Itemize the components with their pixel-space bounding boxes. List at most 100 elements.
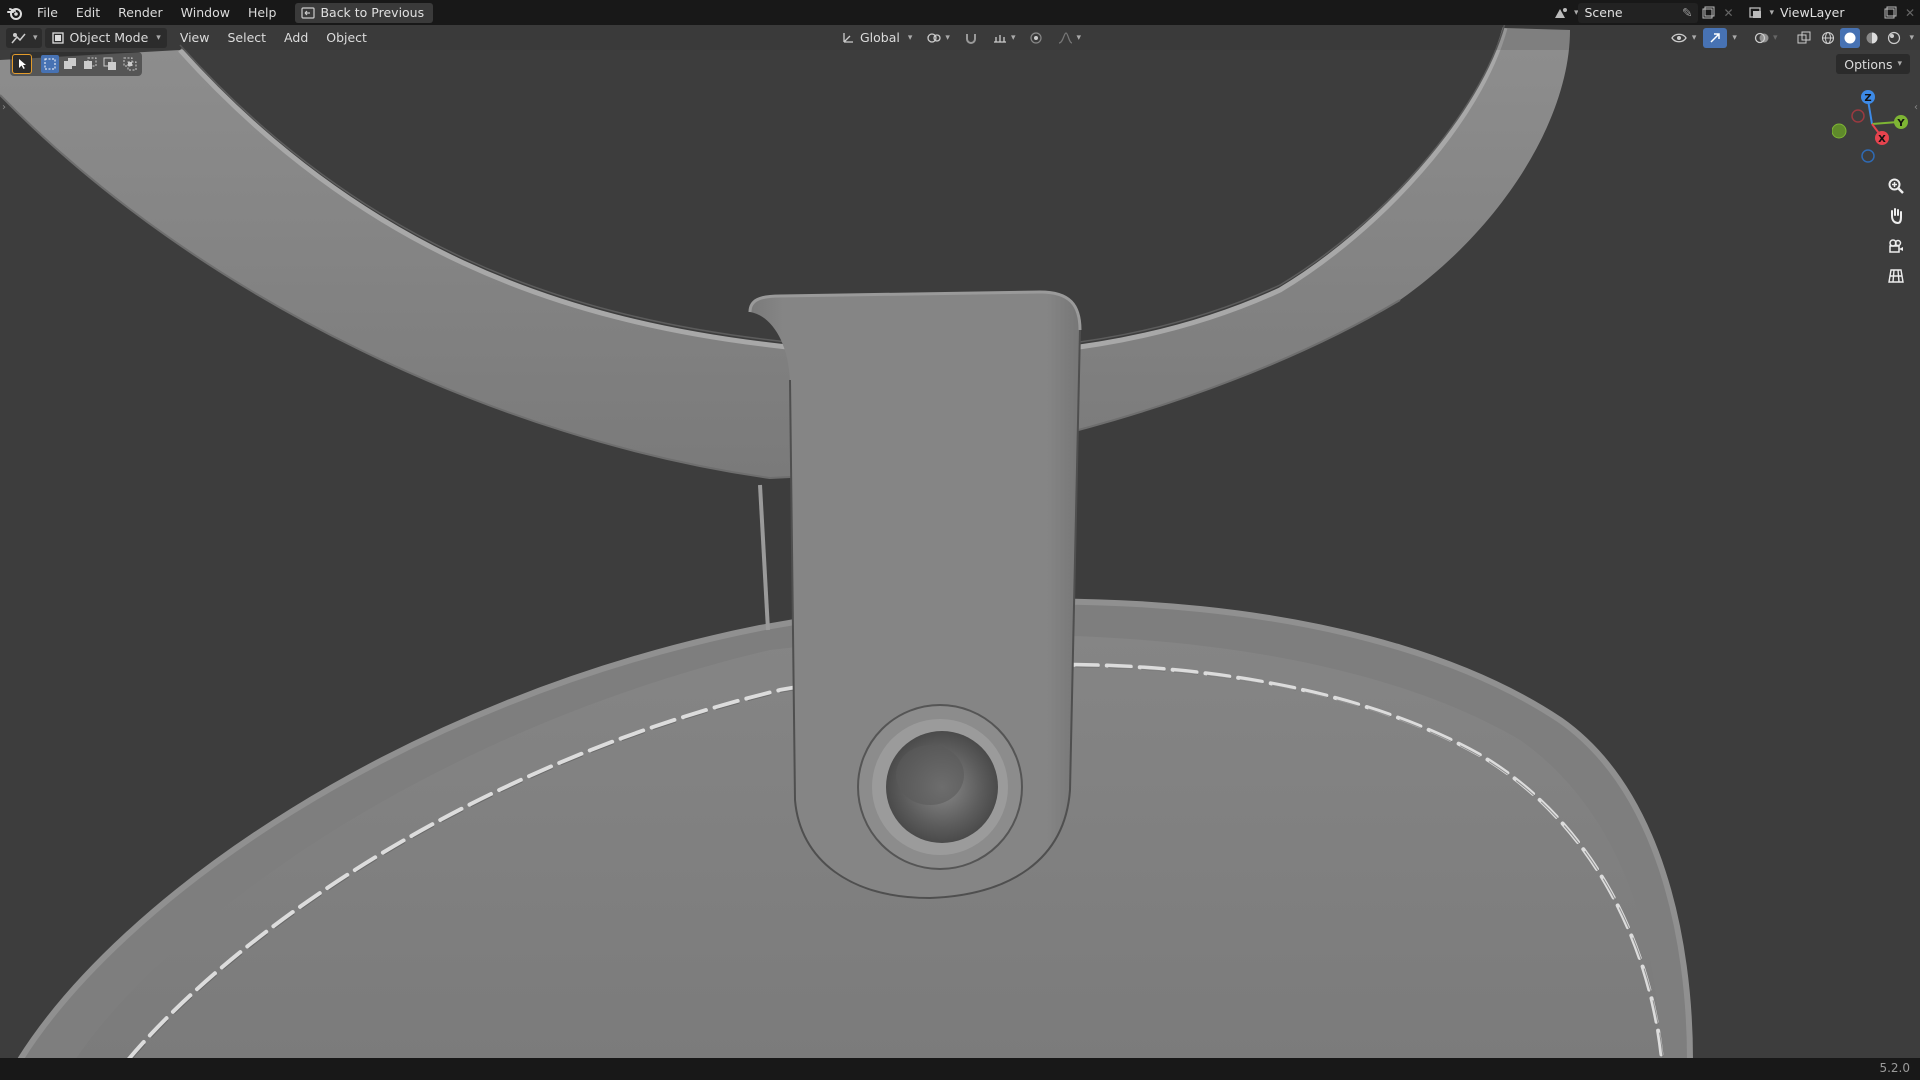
- options-dropdown[interactable]: Options ▾: [1836, 54, 1910, 74]
- camera-view-button[interactable]: [1884, 234, 1908, 258]
- editor-type-icon: [11, 32, 26, 43]
- orientation-axis-icon: [843, 32, 853, 43]
- shading-material[interactable]: [1862, 28, 1882, 48]
- overlays-icon: [1754, 32, 1769, 43]
- sidebar-expand-icon[interactable]: ‹: [1914, 102, 1918, 113]
- shading-chevron-icon[interactable]: ▾: [1909, 33, 1914, 43]
- gizmo-chevron-icon[interactable]: ▾: [1732, 33, 1737, 43]
- select-invert-icon[interactable]: [101, 55, 119, 73]
- transform-tools: Global ▾ ▾ ▾ ▾: [836, 25, 1086, 50]
- gizmo-y-label: Y: [1896, 118, 1905, 129]
- hand-pan-icon: [1891, 208, 1902, 225]
- toolbar-expand-icon[interactable]: ›: [2, 102, 6, 113]
- new-view-layer-icon[interactable]: [1880, 3, 1900, 23]
- status-bar: 5.2.0: [0, 1058, 1920, 1080]
- snap-magnet-icon: [965, 33, 976, 44]
- gizmo-x-label: X: [1878, 134, 1886, 145]
- scene-name-field[interactable]: Scene ✎: [1578, 2, 1699, 23]
- view-layer-name: ViewLayer: [1780, 5, 1845, 20]
- object-menu[interactable]: Object: [321, 28, 372, 48]
- mode-dropdown[interactable]: Object Mode ▾: [44, 27, 167, 48]
- select-tool-icon[interactable]: [12, 54, 32, 74]
- view-menu[interactable]: View: [175, 28, 215, 48]
- wireframe-shading-icon: [1822, 31, 1835, 44]
- rendered-shading-icon: [1888, 31, 1901, 44]
- overlays-toggle[interactable]: ▾: [1749, 28, 1783, 48]
- version-label: 5.2.0: [1879, 1061, 1910, 1075]
- proportional-falloff-dropdown[interactable]: ▾: [1052, 28, 1086, 48]
- gizmo-toggle[interactable]: [1703, 27, 1728, 48]
- view-layer-field[interactable]: ViewLayer: [1774, 2, 1880, 23]
- menu-window[interactable]: Window: [172, 0, 239, 25]
- select-subtract-icon[interactable]: [81, 55, 99, 73]
- pivot-point-icon: [927, 32, 942, 43]
- back-to-previous-label: Back to Previous: [320, 5, 425, 20]
- camera-icon: [1889, 239, 1903, 253]
- view-layer-browse-icon[interactable]: [1746, 3, 1766, 23]
- xray-toggle[interactable]: [1792, 28, 1816, 48]
- new-scene-icon[interactable]: [1698, 3, 1718, 23]
- navigation-gizmo[interactable]: Z Y X: [1832, 86, 1912, 166]
- pin-icon[interactable]: ✎: [1682, 5, 1692, 20]
- proportional-editing-toggle[interactable]: [1024, 28, 1048, 48]
- material-shading-icon: [1866, 32, 1878, 43]
- viewport-display-tools: ▾ ▾ ▾ ▾: [1666, 25, 1914, 50]
- snap-increment-icon: [993, 34, 1006, 43]
- visibility-eye-icon: [1671, 33, 1687, 42]
- shading-wireframe[interactable]: [1818, 28, 1838, 48]
- zoom-button[interactable]: [1884, 174, 1908, 198]
- select-new-icon[interactable]: [41, 55, 59, 73]
- editor-type-dropdown[interactable]: ▾: [6, 27, 42, 48]
- shading-solid[interactable]: [1840, 27, 1861, 48]
- pivot-chevron-icon: ▾: [945, 32, 950, 43]
- solid-shading-icon: [1844, 32, 1856, 43]
- blender-logo-icon[interactable]: [2, 0, 28, 25]
- options-label: Options: [1844, 56, 1893, 72]
- options-chevron-icon: ▾: [1897, 59, 1902, 69]
- viewport-3d-scene[interactable]: [0, 0, 1920, 1080]
- object-mode-icon: [51, 31, 64, 44]
- gizmo-neg-y[interactable]: [1832, 123, 1847, 139]
- ortho-toggle-button[interactable]: [1884, 264, 1908, 288]
- falloff-curve-icon: [1059, 31, 1073, 44]
- delete-scene-icon[interactable]: ✕: [1718, 3, 1738, 23]
- back-to-previous-button[interactable]: Back to Previous: [295, 2, 434, 23]
- gizmo-neg-x[interactable]: [1851, 109, 1865, 123]
- pan-button[interactable]: [1884, 204, 1908, 228]
- snap-toggle[interactable]: [959, 28, 983, 48]
- grid-ortho-icon: [1888, 269, 1904, 283]
- gizmo-neg-z[interactable]: [1861, 149, 1875, 163]
- shading-rendered[interactable]: [1884, 28, 1904, 48]
- mode-label: Object Mode: [69, 30, 149, 45]
- menu-file[interactable]: File: [28, 0, 67, 25]
- gizmo-icon: [1710, 32, 1721, 43]
- scene-name: Scene: [1584, 5, 1623, 20]
- visibility-chevron-icon: ▾: [1691, 32, 1697, 43]
- tool-row: [10, 52, 142, 76]
- proportional-editing-icon: [1030, 31, 1043, 44]
- editor-type-chevron-icon: ▾: [33, 32, 38, 43]
- transform-orientation-dropdown[interactable]: Global ▾: [836, 28, 917, 48]
- select-menu[interactable]: Select: [222, 28, 271, 48]
- overlays-chevron-icon: ▾: [1772, 32, 1778, 43]
- object-visibility-dropdown[interactable]: ▾: [1666, 28, 1702, 48]
- scene-browse-icon[interactable]: [1551, 3, 1571, 23]
- top-right-controls: ▾ Scene ✎ ✕ ▾ ViewLayer ✕: [1551, 0, 1920, 25]
- mode-chevron-icon: ▾: [156, 32, 161, 43]
- transform-orientation-label: Global: [860, 30, 900, 45]
- xray-icon: [1797, 31, 1811, 43]
- menu-render[interactable]: Render: [109, 0, 172, 25]
- zoom-icon: [1888, 178, 1904, 194]
- add-menu[interactable]: Add: [279, 28, 313, 48]
- gizmo-z-label: Z: [1864, 93, 1871, 104]
- select-intersect-icon[interactable]: [121, 55, 139, 73]
- select-extend-icon[interactable]: [61, 55, 79, 73]
- menu-help[interactable]: Help: [239, 0, 286, 25]
- orientation-chevron-icon: ▾: [907, 32, 913, 43]
- pivot-point-dropdown[interactable]: ▾: [921, 28, 955, 48]
- snap-chevron-icon: ▾: [1010, 32, 1016, 43]
- snap-target-dropdown[interactable]: ▾: [987, 28, 1021, 48]
- falloff-chevron-icon: ▾: [1076, 32, 1081, 43]
- menu-edit[interactable]: Edit: [67, 0, 109, 25]
- delete-view-layer-icon[interactable]: ✕: [1900, 3, 1920, 23]
